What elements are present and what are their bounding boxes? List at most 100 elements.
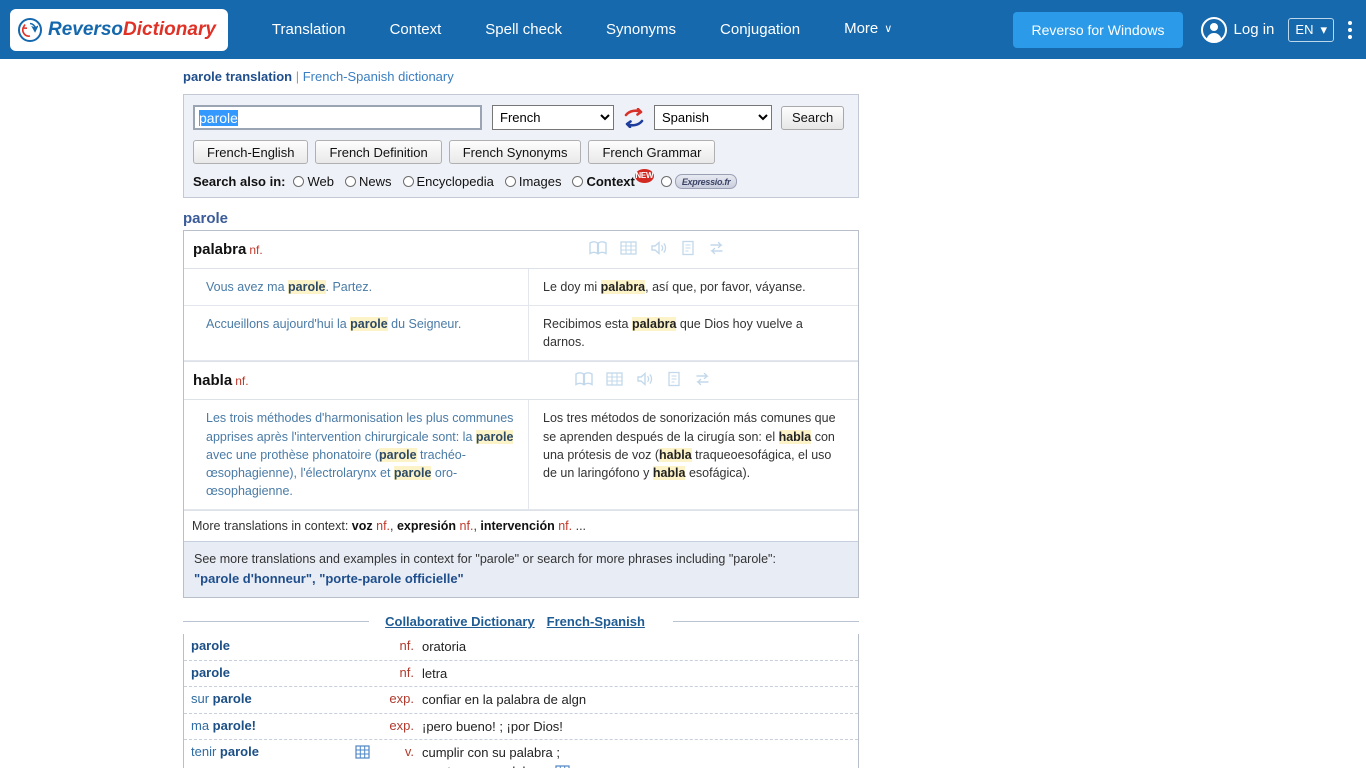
radio-images-label: Images (518, 174, 562, 189)
collab-term-prefix: sur (191, 691, 213, 707)
example-row: Les trois méthodes d'harmonisation les p… (184, 400, 858, 510)
example-target-text[interactable]: Los tres métodos de sonorización más com… (529, 400, 858, 509)
breadcrumb-dictionary-link[interactable]: French-Spanish dictionary (303, 69, 454, 84)
search-also-option-images[interactable]: Images (504, 174, 570, 189)
collab-pos: exp. (389, 691, 414, 707)
reverse-translation-icon[interactable] (708, 240, 725, 259)
nav-item-context[interactable]: Context (368, 0, 464, 59)
table-row: sur parole exp. confiar en la palabra de… (184, 687, 858, 714)
example-target-text[interactable]: Le doy mi palabra, así que, por favor, v… (529, 269, 858, 305)
related-phrases-links[interactable]: "parole d'honneur", "porte-parole offici… (194, 569, 848, 589)
search-panel: French Spanish Search French-English Fre… (183, 94, 859, 198)
source-language-select[interactable]: French (492, 105, 614, 130)
pronounce-speaker-icon[interactable] (650, 240, 668, 259)
highlighted-term: parole (475, 429, 514, 444)
page-title: parole (183, 210, 229, 227)
collab-definition: confiar en la palabra de algn (422, 691, 858, 709)
more-options-kebab-icon[interactable] (1348, 20, 1352, 39)
collab-definition-text: ¡pero bueno! ; ¡por Dios! (422, 718, 563, 734)
translation-pos: nf. (249, 242, 263, 257)
collab-term[interactable]: tenir parole (184, 744, 380, 759)
example-target-text[interactable]: Recibimos esta palabra que Dios hoy vuel… (529, 306, 858, 360)
dictionary-tabs: French-English French Definition French … (193, 140, 849, 164)
dictionary-book-icon[interactable] (589, 240, 607, 259)
more-translation-word[interactable]: intervención (480, 519, 554, 533)
conjugation-table-icon[interactable] (605, 371, 623, 390)
radio-expressio[interactable] (660, 176, 672, 187)
collab-term-word: parole (219, 744, 259, 760)
search-also-option-encyclopedia[interactable]: Encyclopedia (402, 174, 502, 189)
nav-item-conjugation[interactable]: Conjugation (698, 0, 822, 59)
translation-entry-header: habla nf. (184, 361, 858, 401)
search-row: French Spanish Search (193, 105, 849, 130)
chevron-down-icon: ▾ (1320, 21, 1327, 37)
collab-definition-text: confiar en la palabra de algn (422, 692, 587, 708)
dictionary-book-icon[interactable] (574, 371, 593, 390)
highlighted-term: parole (350, 317, 388, 332)
conjugation-table-icon[interactable] (355, 745, 370, 762)
example-source-text[interactable]: Les trois méthodes d'harmonisation les p… (184, 400, 529, 509)
reverse-translation-icon[interactable] (694, 371, 711, 390)
search-input[interactable] (193, 105, 482, 130)
tab-french-definition[interactable]: French Definition (315, 140, 442, 164)
nav-item-translation[interactable]: Translation (250, 0, 368, 59)
translation-word[interactable]: habla (193, 372, 232, 389)
radio-images[interactable] (504, 176, 516, 187)
collab-pos: nf. (399, 638, 414, 654)
more-translation-word[interactable]: expresión (397, 519, 456, 533)
tab-french-english[interactable]: French-English (193, 140, 309, 164)
search-also-option-web[interactable]: Web (293, 174, 342, 189)
nav-item-more[interactable]: More ∨ (822, 0, 914, 60)
kebab-dot (1348, 27, 1352, 32)
see-more-context-text: See more translations and examples in co… (194, 552, 776, 566)
collab-term[interactable]: sur parole (184, 691, 380, 706)
examples-document-icon[interactable] (681, 240, 695, 259)
example-source-text[interactable]: Accueillons aujourd'hui la parole du Sei… (184, 306, 529, 361)
translation-word[interactable]: palabra (193, 241, 246, 258)
login-button[interactable]: Log in (1200, 16, 1274, 43)
highlighted-term: habla (652, 465, 686, 480)
collab-pos: exp. (389, 717, 414, 733)
radio-context[interactable] (572, 176, 584, 187)
tab-french-synonyms[interactable]: French Synonyms (448, 140, 582, 164)
language-selector[interactable]: EN ▾ (1288, 17, 1334, 42)
nav-item-spell-check[interactable]: Spell check (463, 0, 584, 59)
example-source-text[interactable]: Vous avez ma parole. Partez. (184, 269, 529, 306)
collab-term[interactable]: parole (184, 665, 380, 680)
divider-right (672, 621, 860, 623)
search-also-option-expressio[interactable]: Expressio.fr (660, 174, 738, 189)
nav-more-label: More (844, 20, 879, 37)
kebab-dot (1348, 20, 1352, 25)
reverso-swirl-icon (18, 17, 42, 42)
tab-french-grammar[interactable]: French Grammar (588, 140, 716, 164)
entry-action-icons (574, 371, 711, 390)
collaborative-dictionary-link[interactable]: Collaborative Dictionary French-Spanish (369, 614, 673, 629)
expressio-logo: Expressio.fr (674, 174, 738, 189)
conjugation-table-icon[interactable] (620, 240, 637, 259)
collaborative-dictionary-title: Collaborative Dictionary (385, 614, 535, 630)
radio-encyclopedia-label: Encyclopedia (416, 174, 494, 189)
translation-pos: nf. (235, 373, 249, 388)
radio-news[interactable] (344, 176, 356, 187)
swap-languages-icon[interactable] (623, 107, 645, 129)
search-button[interactable]: Search (781, 105, 845, 130)
search-also-in-label: Search also in: (193, 174, 286, 189)
reverso-dictionary-logo[interactable]: ReversoDictionary (10, 8, 228, 51)
pronounce-speaker-icon[interactable] (636, 371, 654, 390)
collab-definition-text: cumplir con su palabra ; (422, 745, 561, 761)
highlighted-term: habla (778, 429, 812, 444)
nav-item-synonyms[interactable]: Synonyms (584, 0, 698, 59)
collab-definition-text-alt: mantener su palabra (422, 764, 541, 768)
reverso-for-windows-button[interactable]: Reverso for Windows (1013, 11, 1183, 48)
collab-term-word: parole (191, 638, 231, 654)
radio-web[interactable] (293, 176, 305, 187)
search-also-option-context[interactable]: Context NEW (572, 168, 657, 189)
collab-term[interactable]: ma parole! (184, 718, 380, 733)
search-also-option-news[interactable]: News (344, 174, 400, 189)
more-translation-word[interactable]: voz (352, 519, 373, 533)
collab-term[interactable]: parole (184, 638, 380, 653)
target-language-select[interactable]: Spanish (654, 105, 772, 130)
radio-encyclopedia[interactable] (402, 176, 414, 187)
examples-document-icon[interactable] (667, 371, 681, 390)
highlighted-term: palabra (600, 280, 646, 294)
